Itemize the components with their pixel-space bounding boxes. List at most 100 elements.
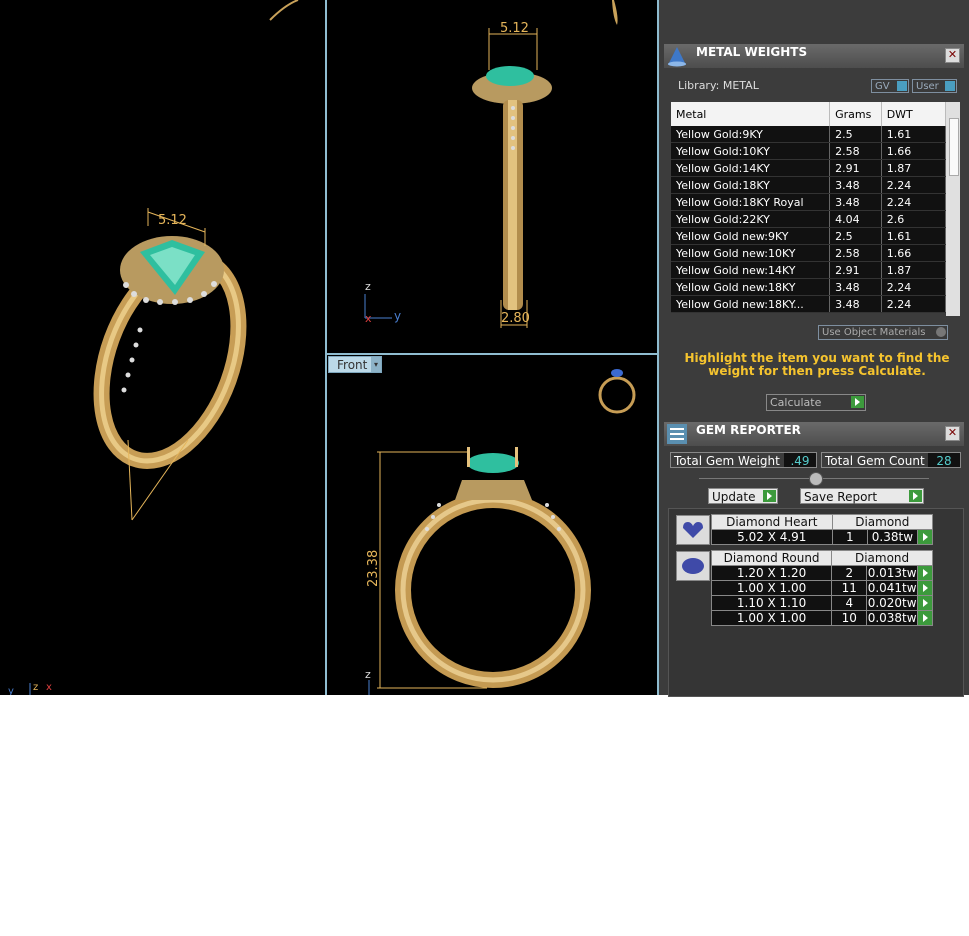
heart-gem-icon[interactable] xyxy=(676,515,710,545)
metal-name-cell: Yellow Gold new:18KY xyxy=(671,278,831,296)
user-toggle[interactable]: User xyxy=(912,79,957,93)
metal-table-row[interactable]: Yellow Gold new:10KY 2.58 1.66 xyxy=(671,244,947,262)
metal-table-row[interactable]: Yellow Gold:14KY 2.91 1.87 xyxy=(671,159,947,177)
metal-table-row[interactable]: Yellow Gold new:18KY 3.48 2.24 xyxy=(671,278,947,296)
metal-grams-cell: 2.91 xyxy=(829,159,882,177)
metal-table-row[interactable]: Yellow Gold new:9KY 2.5 1.61 xyxy=(671,227,947,245)
play-icon xyxy=(763,490,776,502)
column-header-dwt[interactable]: DWT xyxy=(881,102,947,126)
gv-toggle-label: GV xyxy=(875,81,890,92)
side-axis-x: x xyxy=(365,312,372,325)
gem-reporter-title: GEM REPORTER xyxy=(696,423,801,437)
metal-table-row[interactable]: Yellow Gold:22KY 4.04 2.6 xyxy=(671,210,947,228)
round-gem-icon[interactable] xyxy=(676,551,710,581)
metal-dwt-cell: 1.61 xyxy=(881,227,947,245)
gem-row: 1.00 X 1.00 10 0.038tw xyxy=(710,610,934,626)
update-button[interactable]: Update xyxy=(708,488,778,504)
user-toggle-label: User xyxy=(916,81,939,92)
gv-toggle[interactable]: GV xyxy=(871,79,909,93)
metal-name-cell: Yellow Gold new:10KY xyxy=(671,244,831,262)
gem-size: 1.10 X 1.10 xyxy=(710,595,833,611)
metal-name-cell: Yellow Gold new:14KY xyxy=(671,261,831,279)
metal-table-row[interactable]: Yellow Gold:18KY Royal 3.48 2.24 xyxy=(671,193,947,211)
metal-dwt-cell: 2.24 xyxy=(881,278,947,296)
gem-go-button[interactable] xyxy=(916,595,934,611)
side-ring-render: 5.12 2.80 z y x xyxy=(364,0,618,328)
metal-grams-cell: 2.5 xyxy=(829,126,882,143)
close-icon[interactable]: ✕ xyxy=(945,426,960,441)
front-viewport[interactable]: Front ▾ 23.38 z xyxy=(327,355,657,695)
use-object-materials-toggle[interactable]: Use Object Materials xyxy=(818,325,948,340)
gem-go-button[interactable] xyxy=(916,565,934,581)
metal-grams-cell: 3.48 xyxy=(829,193,882,211)
gem-material: Diamond xyxy=(831,550,933,566)
gem-row: 1.20 X 1.20 2 0.013tw xyxy=(710,565,934,581)
front-axis-z: z xyxy=(365,668,371,681)
metal-table-row[interactable]: Yellow Gold:18KY 3.48 2.24 xyxy=(671,176,947,194)
library-label: Library: METAL xyxy=(678,79,759,92)
scrollbar-thumb[interactable] xyxy=(949,118,959,176)
metal-weights-header: METAL WEIGHTS ✕ xyxy=(664,44,964,68)
gem-go-button[interactable] xyxy=(916,610,934,626)
calculate-button[interactable]: Calculate xyxy=(766,394,866,411)
gem-row: 1.00 X 1.00 11 0.041tw xyxy=(710,580,934,596)
gem-group-round: Diamond Round Diamond 1.20 X 1.20 2 0.013tw… xyxy=(710,550,934,626)
metal-grams-cell: 3.48 xyxy=(829,278,882,296)
use-object-materials-label: Use Object Materials xyxy=(822,327,926,338)
metal-table-scrollbar[interactable] xyxy=(946,102,960,316)
metal-name-cell: Yellow Gold:18KY Royal xyxy=(671,193,831,211)
close-icon[interactable]: ✕ xyxy=(945,48,960,63)
metal-grams-cell: 2.91 xyxy=(829,261,882,279)
metal-name-cell: Yellow Gold:10KY xyxy=(671,142,831,160)
column-header-metal[interactable]: Metal xyxy=(671,102,831,126)
perspective-viewport[interactable]: 5.12 z x y xyxy=(0,0,325,695)
side-axis-z: z xyxy=(365,280,371,293)
metal-dwt-cell: 2.24 xyxy=(881,176,947,194)
metal-dwt-cell: 2.6 xyxy=(881,210,947,228)
metal-table-row[interactable]: Yellow Gold:10KY 2.58 1.66 xyxy=(671,142,947,160)
front-ring-render: 23.38 z xyxy=(365,369,636,695)
metal-name-cell: Yellow Gold:9KY xyxy=(671,126,831,143)
gem-weight: 0.041tw xyxy=(866,580,918,596)
side-viewport[interactable]: 5.12 2.80 z y x xyxy=(327,0,657,353)
total-gem-count-label: Total Gem Count xyxy=(825,454,925,468)
metal-grams-cell: 3.48 xyxy=(829,176,882,194)
perspective-ring-render: 5.12 z x y xyxy=(8,0,299,695)
gem-go-button[interactable] xyxy=(916,529,934,545)
persp-axis-z: z xyxy=(33,682,38,693)
metal-table: Metal Grams DWT Yellow Gold:9KY 2.5 1.61 Ye… xyxy=(671,102,947,313)
persp-axis-y: y xyxy=(8,686,14,695)
gem-reporter-icon xyxy=(667,424,687,444)
front-dim-height: 23.38 xyxy=(366,550,381,587)
tool-panel: METAL WEIGHTS ✕ Library: METAL GV User M… xyxy=(659,0,969,697)
toggle-icon xyxy=(936,327,946,337)
metal-table-row[interactable]: Yellow Gold:9KY 2.5 1.61 xyxy=(671,126,947,143)
total-gem-weight: Total Gem Weight .49 xyxy=(670,452,817,468)
column-header-grams[interactable]: Grams xyxy=(829,102,882,126)
metal-table-row[interactable]: Yellow Gold new:18KY... 3.48 2.24 xyxy=(671,295,947,313)
side-dim-bottom: 2.80 xyxy=(501,311,530,326)
gem-shape: Diamond Round xyxy=(710,550,833,566)
gem-count: 2 xyxy=(831,565,868,581)
gem-group-heart: Diamond Heart Diamond 5.02 X 4.91 1 0.38tw xyxy=(711,514,934,545)
splitter-handle[interactable] xyxy=(809,472,823,486)
metal-name-cell: Yellow Gold new:18KY... xyxy=(671,295,831,313)
metal-dwt-cell: 1.66 xyxy=(881,142,947,160)
metal-weights-title: METAL WEIGHTS xyxy=(696,45,808,59)
save-report-button[interactable]: Save Report xyxy=(800,488,924,504)
metal-name-cell: Yellow Gold:14KY xyxy=(671,159,831,177)
ring-thumbnail-icon xyxy=(598,376,636,414)
gem-size: 1.20 X 1.20 xyxy=(710,565,833,581)
total-gem-count: Total Gem Count 28 xyxy=(821,452,961,468)
gem-go-button[interactable] xyxy=(916,580,934,596)
gem-weight: 0.38tw xyxy=(867,529,918,545)
metal-table-row[interactable]: Yellow Gold new:14KY 2.91 1.87 xyxy=(671,261,947,279)
gem-material: Diamond xyxy=(831,514,934,530)
total-gem-weight-label: Total Gem Weight xyxy=(674,454,780,468)
gem-count: 10 xyxy=(831,610,868,626)
gem-count: 4 xyxy=(831,595,868,611)
metal-grams-cell: 2.58 xyxy=(829,244,882,262)
update-label: Update xyxy=(712,490,756,504)
persp-axis-x: x xyxy=(46,682,52,693)
side-axis-y: y xyxy=(394,309,401,323)
